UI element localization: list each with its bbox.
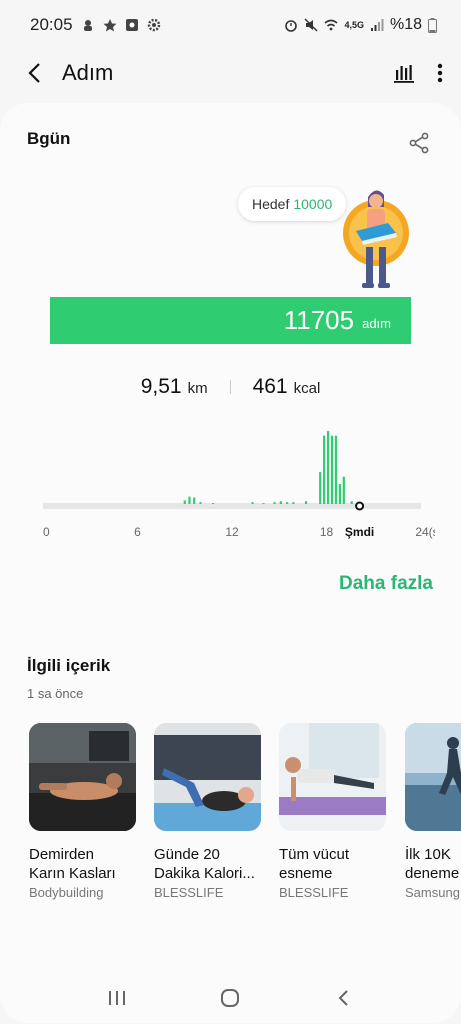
related-item-title: Karın Kasları (29, 865, 116, 882)
step-unit: adım (362, 316, 391, 331)
nav-back-icon[interactable] (333, 987, 355, 1009)
more-link[interactable]: Daha fazla (339, 573, 433, 595)
chart-bar (292, 502, 295, 504)
chart-tick-label: 18 (320, 525, 334, 539)
chart-bar (199, 502, 202, 504)
related-thumbnail (29, 723, 136, 831)
chart-bar (334, 435, 338, 504)
distance-unit: km (187, 380, 208, 397)
chart-tick-label: Şmdi (345, 525, 374, 539)
step-count: 11705 (283, 305, 355, 335)
network-type: 4,5G (344, 20, 364, 30)
chart-bar (326, 431, 330, 504)
chart-icon[interactable] (393, 62, 415, 84)
page-title: Adım (62, 60, 114, 85)
chart-bar (279, 501, 282, 504)
mute-icon (304, 18, 318, 32)
chart-bar (286, 502, 289, 504)
chart-bar (319, 472, 322, 504)
chart-tick-label: 24(s) (415, 525, 435, 539)
chart-bar (212, 503, 215, 505)
chart-bar (304, 501, 308, 504)
app-bar: Adım (0, 50, 461, 96)
calories-unit: kcal (293, 380, 321, 397)
related-item-title: esneme (279, 865, 333, 882)
related-title: İlgili içerik (27, 656, 111, 675)
system-nav-bar (0, 972, 461, 1024)
back-arrow-icon (28, 63, 40, 83)
wifi-icon (324, 19, 338, 31)
distance-value: 9,51 (140, 375, 182, 398)
related-thumbnail (405, 723, 461, 831)
chart-tick-label: 6 (134, 525, 141, 539)
more-vert-icon[interactable] (437, 62, 443, 84)
chart-bar (273, 502, 276, 504)
hourly-steps-chart: 0 6 12 18 Şmdi 24(s) (43, 431, 435, 539)
calories-value: 461 (252, 375, 288, 398)
distance-stat: 9,51 km (141, 375, 208, 399)
share-icon[interactable] (407, 131, 431, 155)
goal-bubble: Hedef 10000 (238, 187, 347, 221)
chart-now-marker (355, 501, 365, 511)
related-item[interactable]: Tüm vücut esneme BLESSLIFE (279, 723, 386, 900)
status-bar: 20:05 4,5G %18 (0, 0, 461, 50)
chart-tick-label: 0 (43, 525, 50, 539)
chart-bar (188, 496, 191, 504)
related-item-title: deneme (405, 865, 460, 882)
chart-bar (262, 503, 265, 505)
chart-bar (350, 501, 353, 504)
related-item[interactable]: İlk 10K deneme Samsung (405, 723, 461, 900)
steps-card: Bgün Hedef 10000 11705 adım 9,51 km 461 … (0, 103, 461, 1023)
related-item-title: Günde 20 (154, 846, 220, 863)
nav-home-icon[interactable] (219, 987, 241, 1009)
related-item[interactable]: Demirden Karın Kasları Bodybuilding (29, 723, 136, 900)
related-time: 1 sa önce (27, 686, 84, 701)
chart-bar (251, 502, 254, 504)
related-item-title: Demirden (29, 846, 95, 863)
chart-bar (323, 435, 326, 504)
chart-bar (330, 435, 334, 504)
related-item-source: Samsung (405, 885, 460, 900)
notification-icon (83, 20, 92, 31)
mascot-illustration (343, 190, 409, 288)
settings-icon (147, 18, 160, 32)
alarm-icon (285, 20, 298, 32)
chart-bar (338, 483, 341, 504)
stats-row: 9,51 km 461 kcal (0, 375, 461, 399)
related-item[interactable]: Günde 20 Dakika Kalori... BLESSLIFE (154, 723, 261, 900)
battery-percent: %18 (389, 16, 422, 33)
goal-label: Hedef (252, 196, 290, 212)
status-time: 20:05 (30, 15, 73, 34)
related-carousel[interactable]: Demirden Karın Kasları Bodybuilding Günd… (29, 723, 461, 903)
signal-icon (370, 19, 384, 31)
related-thumbnail (279, 723, 386, 831)
back-button[interactable] (18, 56, 52, 90)
day-label: Bgün (27, 129, 71, 148)
chart-bar (193, 497, 196, 504)
related-item-source: Bodybuilding (29, 885, 104, 900)
step-progress-bar: 11705 adım (50, 297, 411, 344)
star-icon (103, 19, 117, 32)
chart-bar (342, 476, 345, 504)
chart-tick-label: 12 (225, 525, 239, 539)
stats-divider (229, 380, 231, 394)
related-thumbnail (154, 723, 261, 831)
nav-recents-icon[interactable] (106, 988, 128, 1008)
related-item-title: Dakika Kalori... (154, 865, 255, 882)
calories-stat: 461 kcal (253, 375, 321, 399)
related-item-source: BLESSLIFE (279, 885, 349, 900)
chart-bar (183, 500, 186, 504)
goal-value: 10000 (293, 196, 333, 212)
battery-icon (428, 17, 437, 33)
related-item-title: İlk 10K (405, 846, 451, 863)
related-item-source: BLESSLIFE (154, 885, 224, 900)
related-item-title: Tüm vücut (279, 846, 350, 863)
app-notification-icon (125, 19, 138, 31)
